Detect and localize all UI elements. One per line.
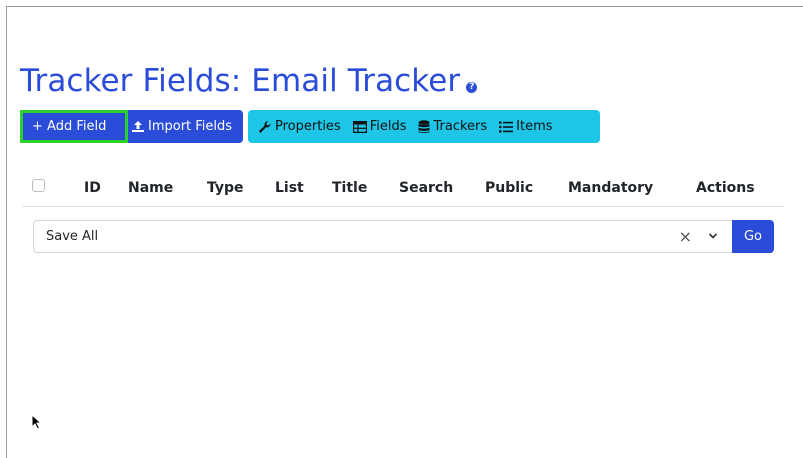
bulk-action-value: Save All [46, 229, 99, 244]
properties-button[interactable]: Properties [258, 119, 341, 134]
column-type[interactable]: Type [207, 180, 244, 196]
add-field-button[interactable]: + Add Field [20, 110, 128, 143]
table-header: ID Name Type List Title Search Public Ma… [22, 176, 784, 207]
column-list[interactable]: List [275, 180, 304, 196]
go-button[interactable]: Go [732, 220, 774, 253]
properties-label: Properties [275, 119, 341, 134]
tracker-nav-group: Properties Fields Trackers Items [248, 110, 600, 143]
table-icon [352, 120, 367, 133]
clear-icon[interactable]: × [679, 227, 692, 246]
fields-label: Fields [369, 119, 407, 134]
column-name[interactable]: Name [128, 180, 173, 196]
mouse-cursor-icon [31, 413, 43, 434]
fields-button[interactable]: Fields [352, 119, 407, 134]
column-actions: Actions [696, 180, 755, 196]
bulk-action-select[interactable]: Save All × [33, 220, 733, 253]
add-field-label: + Add Field [32, 119, 107, 134]
column-mandatory[interactable]: Mandatory [568, 180, 653, 196]
items-label: Items [516, 119, 553, 134]
page-title-text: Tracker Fields: Email Tracker [20, 63, 461, 99]
page-title: Tracker Fields: Email Tracker? [20, 60, 478, 102]
column-title[interactable]: Title [332, 180, 367, 196]
go-label: Go [743, 229, 763, 244]
question-circle-icon[interactable]: ? [466, 82, 478, 93]
chevron-down-icon[interactable] [708, 229, 718, 247]
trackers-label: Trackers [433, 119, 488, 134]
wrench-icon [258, 120, 272, 134]
database-icon [418, 119, 430, 134]
column-public[interactable]: Public [485, 180, 533, 196]
column-id[interactable]: ID [84, 180, 101, 196]
import-fields-label: Import Fields [148, 119, 233, 134]
upload-icon [131, 120, 145, 133]
import-fields-button[interactable]: Import Fields [128, 110, 243, 143]
select-all-checkbox[interactable] [32, 179, 45, 192]
list-icon [499, 121, 514, 133]
trackers-button[interactable]: Trackers [418, 119, 487, 134]
column-search[interactable]: Search [399, 180, 453, 196]
items-button[interactable]: Items [499, 119, 553, 134]
